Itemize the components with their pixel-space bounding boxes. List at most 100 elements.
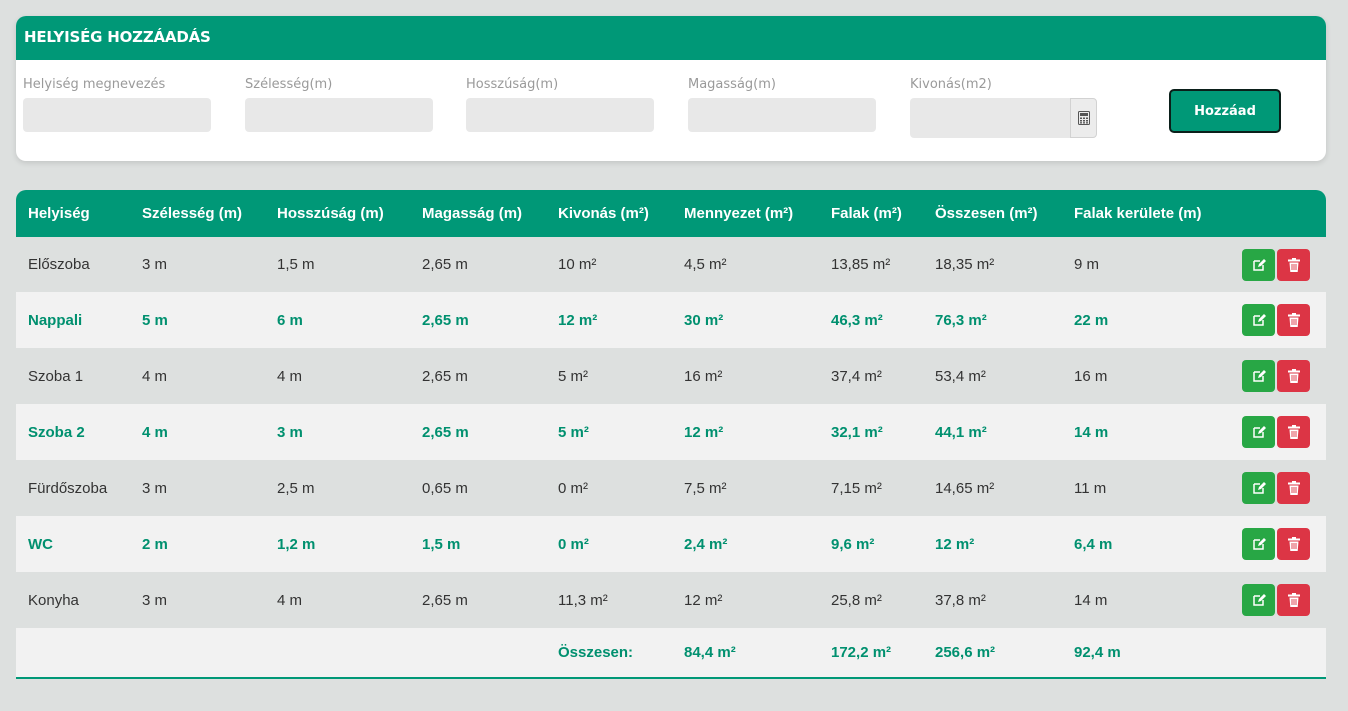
edit-button[interactable] xyxy=(1242,472,1275,504)
row-actions xyxy=(1212,348,1326,404)
add-room-title: HELYISÉG HOZZÁADÁS xyxy=(16,16,1326,60)
trash-icon xyxy=(1287,257,1300,272)
cell-height: 1,5 m xyxy=(422,535,461,553)
row-actions xyxy=(1212,516,1326,572)
delete-button[interactable] xyxy=(1277,360,1310,392)
edit-icon xyxy=(1252,258,1266,271)
cell-room: Szoba 1 xyxy=(28,367,84,385)
width-label: Szélesség(m) xyxy=(245,77,333,92)
calculator-button[interactable] xyxy=(1070,98,1097,138)
edit-button[interactable] xyxy=(1242,584,1275,616)
cell-total: 12 m² xyxy=(935,535,975,553)
deduction-label: Kivonás(m2) xyxy=(910,77,992,92)
total-walls: 172,2 m² xyxy=(831,644,892,661)
cell-deduction: 12 m² xyxy=(558,311,598,329)
cell-width: 4 m xyxy=(142,423,168,441)
add-room-button[interactable]: Hozzáad xyxy=(1169,89,1281,133)
cell-deduction: 5 m² xyxy=(558,367,588,385)
cell-ceiling: 7,5 m² xyxy=(684,479,727,497)
trash-icon xyxy=(1287,313,1300,327)
calculator-icon xyxy=(1077,111,1090,125)
cell-total: 76,3 m² xyxy=(935,311,987,329)
col-header-walls: Falak (m²) xyxy=(819,190,923,237)
delete-button[interactable] xyxy=(1277,248,1310,281)
edit-icon xyxy=(1252,594,1266,606)
height-label: Magasság(m) xyxy=(688,77,776,92)
cell-perimeter: 9 m xyxy=(1074,256,1100,273)
cell-room: Nappali xyxy=(28,311,83,329)
cell-ceiling: 30 m² xyxy=(684,311,724,329)
width-input[interactable] xyxy=(245,98,433,132)
cell-width: 3 m xyxy=(142,256,168,273)
edit-button[interactable] xyxy=(1242,304,1275,336)
cell-perimeter: 22 m xyxy=(1074,311,1109,329)
cell-room: Fürdőszoba xyxy=(28,479,108,497)
cell-perimeter: 16 m xyxy=(1074,367,1108,385)
cell-walls: 13,85 m² xyxy=(831,256,891,273)
cell-height: 2,65 m xyxy=(422,591,468,609)
cell-height: 2,65 m xyxy=(422,367,468,385)
edit-button[interactable] xyxy=(1242,528,1275,560)
col-header-ceiling: Mennyezet (m²) xyxy=(672,190,819,237)
col-header-height: Magasság (m) xyxy=(410,190,546,237)
cell-ceiling: 2,4 m² xyxy=(684,535,728,553)
cell-room: Előszoba xyxy=(28,256,90,273)
rooms-table-body: Előszoba 3 m 1,5 m 2,65 m 10 m² 4,5 m² 1… xyxy=(16,237,1326,677)
row-actions xyxy=(1212,292,1326,348)
cell-ceiling: 16 m² xyxy=(684,367,723,385)
edit-icon xyxy=(1252,426,1266,438)
edit-button[interactable] xyxy=(1242,416,1275,448)
table-row: Fürdőszoba 3 m 2,5 m 0,65 m 0 m² 7,5 m² … xyxy=(16,460,1326,516)
cell-room: WC xyxy=(28,535,53,553)
col-header-length: Hosszúság (m) xyxy=(265,190,410,237)
delete-button[interactable] xyxy=(1277,472,1310,504)
edit-icon xyxy=(1252,482,1266,494)
length-field: Hosszúság(m) xyxy=(466,76,654,132)
cell-total: 44,1 m² xyxy=(935,423,987,441)
add-room-card: HELYISÉG HOZZÁADÁS Helyiség megnevezés S… xyxy=(16,16,1326,161)
cell-walls: 37,4 m² xyxy=(831,367,882,385)
cell-width: 2 m xyxy=(142,535,168,553)
table-row: Szoba 1 4 m 4 m 2,65 m 5 m² 16 m² 37,4 m… xyxy=(16,348,1326,404)
cell-deduction: 11,3 m² xyxy=(558,591,608,609)
cell-perimeter: 14 m xyxy=(1074,591,1108,609)
cell-length: 1,2 m xyxy=(277,535,316,553)
cell-walls: 32,1 m² xyxy=(831,423,883,441)
delete-button[interactable] xyxy=(1277,584,1310,616)
deduction-field: Kivonás(m2) xyxy=(910,76,1097,138)
edit-button[interactable] xyxy=(1242,360,1275,392)
cell-perimeter: 6,4 m xyxy=(1074,535,1113,553)
delete-button[interactable] xyxy=(1277,304,1310,336)
totals-row: Összesen: 84,4 m² 172,2 m² 256,6 m² 92,4… xyxy=(16,628,1326,677)
cell-walls: 46,3 m² xyxy=(831,311,883,329)
totals-label: Összesen: xyxy=(558,644,634,661)
room-name-input[interactable] xyxy=(23,98,211,132)
edit-icon xyxy=(1252,314,1266,326)
cell-height: 0,65 m xyxy=(422,479,468,497)
row-actions xyxy=(1212,237,1326,292)
length-input[interactable] xyxy=(466,98,654,132)
col-header-deduction: Kivonás (m²) xyxy=(546,190,672,237)
col-header-perimeter: Falak kerülete (m) xyxy=(1062,190,1212,237)
deduction-input[interactable] xyxy=(910,98,1070,138)
delete-button[interactable] xyxy=(1277,528,1310,560)
cell-room: Konyha xyxy=(28,591,79,609)
edit-button[interactable] xyxy=(1242,248,1275,281)
cell-deduction: 0 m² xyxy=(558,535,589,553)
trash-icon xyxy=(1287,425,1300,439)
rooms-table: Helyiség Szélesség (m) Hosszúság (m) Mag… xyxy=(16,190,1326,677)
total-ceiling: 84,4 m² xyxy=(684,644,736,661)
delete-button[interactable] xyxy=(1277,416,1310,448)
height-input[interactable] xyxy=(688,98,876,132)
cell-length: 3 m xyxy=(277,423,303,441)
cell-room: Szoba 2 xyxy=(28,423,85,441)
col-header-actions xyxy=(1212,190,1326,237)
table-header-row: Helyiség Szélesség (m) Hosszúság (m) Mag… xyxy=(16,190,1326,237)
table-row: Szoba 2 4 m 3 m 2,65 m 5 m² 12 m² 32,1 m… xyxy=(16,404,1326,460)
room-name-field: Helyiség megnevezés xyxy=(23,76,211,132)
cell-width: 5 m xyxy=(142,311,168,329)
length-label: Hosszúság(m) xyxy=(466,77,559,92)
row-actions xyxy=(1212,460,1326,516)
row-actions xyxy=(1212,404,1326,460)
room-name-label: Helyiség megnevezés xyxy=(23,77,166,92)
